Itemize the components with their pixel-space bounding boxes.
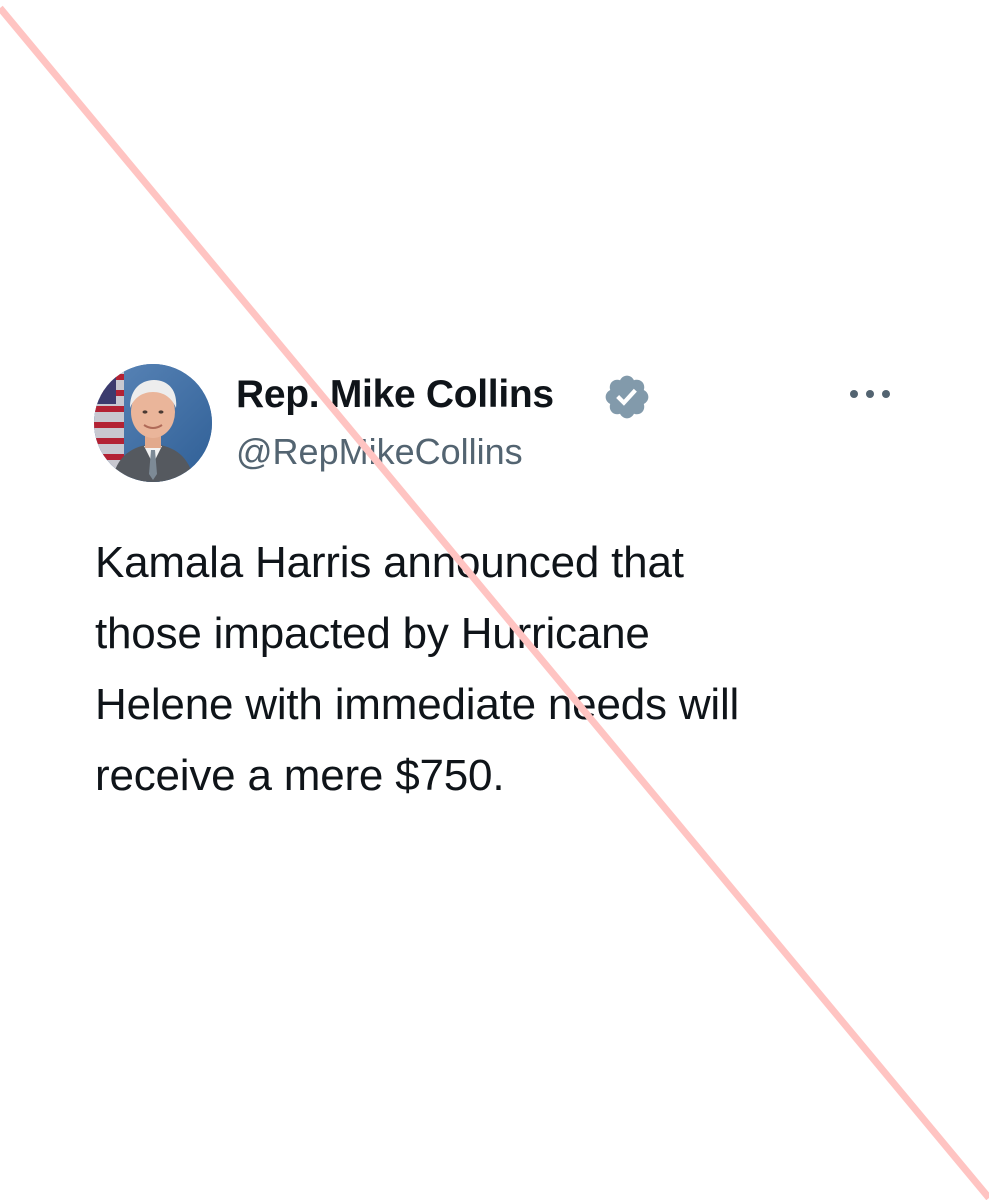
author-display-name[interactable]: Rep. Mike Collins <box>236 371 554 419</box>
verified-badge-icon <box>605 375 649 419</box>
avatar-photo <box>94 364 212 482</box>
ellipsis-icon <box>850 390 890 398</box>
author-handle[interactable]: @RepMikeCollins <box>236 430 523 474</box>
more-options-button[interactable] <box>842 376 898 412</box>
tweet-text: Kamala Harris announced that those impac… <box>95 538 740 800</box>
tweet-card: Rep. Mike Collins @RepMikeCollins Kamala… <box>0 0 989 1200</box>
avatar[interactable] <box>94 364 212 482</box>
